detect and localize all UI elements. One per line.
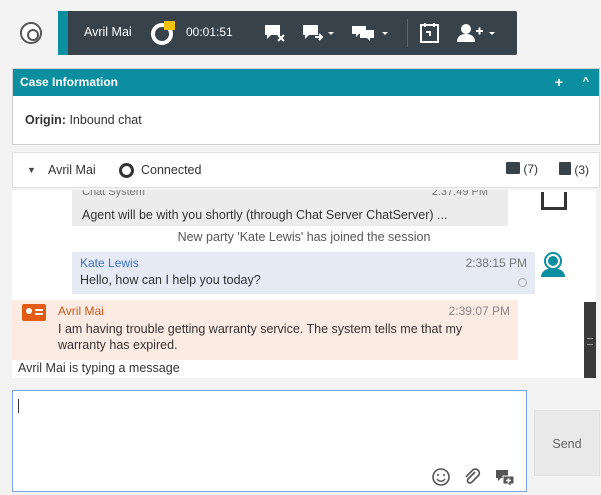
agent-time: 2:38:15 PM [465,256,527,270]
message-input[interactable] [12,390,527,492]
agent-message: Kate Lewis 2:38:15 PM Hello, how can I h… [72,252,535,294]
notes-icon [559,162,571,175]
chat-transcript[interactable]: Chat System 2:37:49 PM Agent will be wit… [12,190,596,378]
send-button[interactable]: Send [534,410,600,476]
customer-time: 2:39:07 PM [448,304,510,318]
notes-button[interactable]: (3) [559,162,589,177]
transcript-scrollbar-thumb[interactable] [584,302,596,378]
origin-label: Origin: [25,113,66,127]
transfer-chat-icon[interactable] [301,21,335,45]
folder-count: (7) [523,162,539,176]
agent-avatar-icon [541,252,565,278]
interaction-toolbar: Avril Mai 00:01:51 [58,11,517,55]
case-information-panel: Case Information + ^ Origin: Inbound cha… [12,68,600,145]
party-actions-icon[interactable] [455,21,501,45]
connected-status-icon [119,163,134,178]
emoji-icon[interactable] [431,467,451,487]
expand-party-icon[interactable]: ▼ [27,165,36,175]
toolbar-contact-name[interactable]: Avril Mai [84,25,132,39]
add-case-data-icon[interactable]: + [555,69,563,96]
case-information-header[interactable]: Case Information + ^ [13,69,599,96]
read-receipt-icon [518,278,527,287]
join-notice: New party 'Kate Lewis' has joined the se… [177,230,431,244]
party-name[interactable]: Avril Mai [48,163,96,177]
collapse-icon[interactable]: ^ [583,69,589,96]
notes-count: (3) [574,163,590,177]
end-chat-icon[interactable] [263,21,287,45]
chat-status-icon [151,21,177,45]
customer-text: I am having trouble getting warranty ser… [58,322,463,352]
case-information-title: Case Information [20,75,119,89]
customer-message: Avril Mai 2:39:07 PM I am having trouble… [12,300,518,360]
schedule-callback-icon[interactable] [419,21,441,45]
folder-button[interactable]: (7) [506,162,538,176]
monitor-icon [541,192,567,210]
agent-sender: Kate Lewis [80,256,139,270]
typing-notice: Avril Mai is typing a message [18,361,180,375]
agent-text: Hello, how can I help you today? [80,273,261,287]
folder-icon [506,162,520,174]
interaction-timer: 00:01:51 [186,25,233,39]
toolbar-separator [407,19,408,47]
main-menu-icon[interactable] [20,22,42,44]
conference-icon[interactable] [350,21,394,45]
standard-responses-icon[interactable] [494,467,516,487]
party-status: Connected [141,163,202,177]
system-time: 2:37:49 PM [431,190,488,198]
case-origin-row: Origin: Inbound chat [13,96,599,144]
system-text: Agent will be with you shortly (through … [82,208,448,222]
system-sender: Chat System [82,190,145,198]
origin-value: Inbound chat [69,113,142,127]
top-bar: Avril Mai 00:01:51 [0,0,601,64]
system-message: Chat System 2:37:49 PM Agent will be wit… [72,190,508,226]
attachment-icon[interactable] [462,467,482,487]
text-cursor [18,399,19,413]
customer-card-icon [22,304,46,321]
party-header: ▼ Avril Mai Connected (7) (3) [12,152,600,188]
interaction-accent-strip [58,11,68,55]
